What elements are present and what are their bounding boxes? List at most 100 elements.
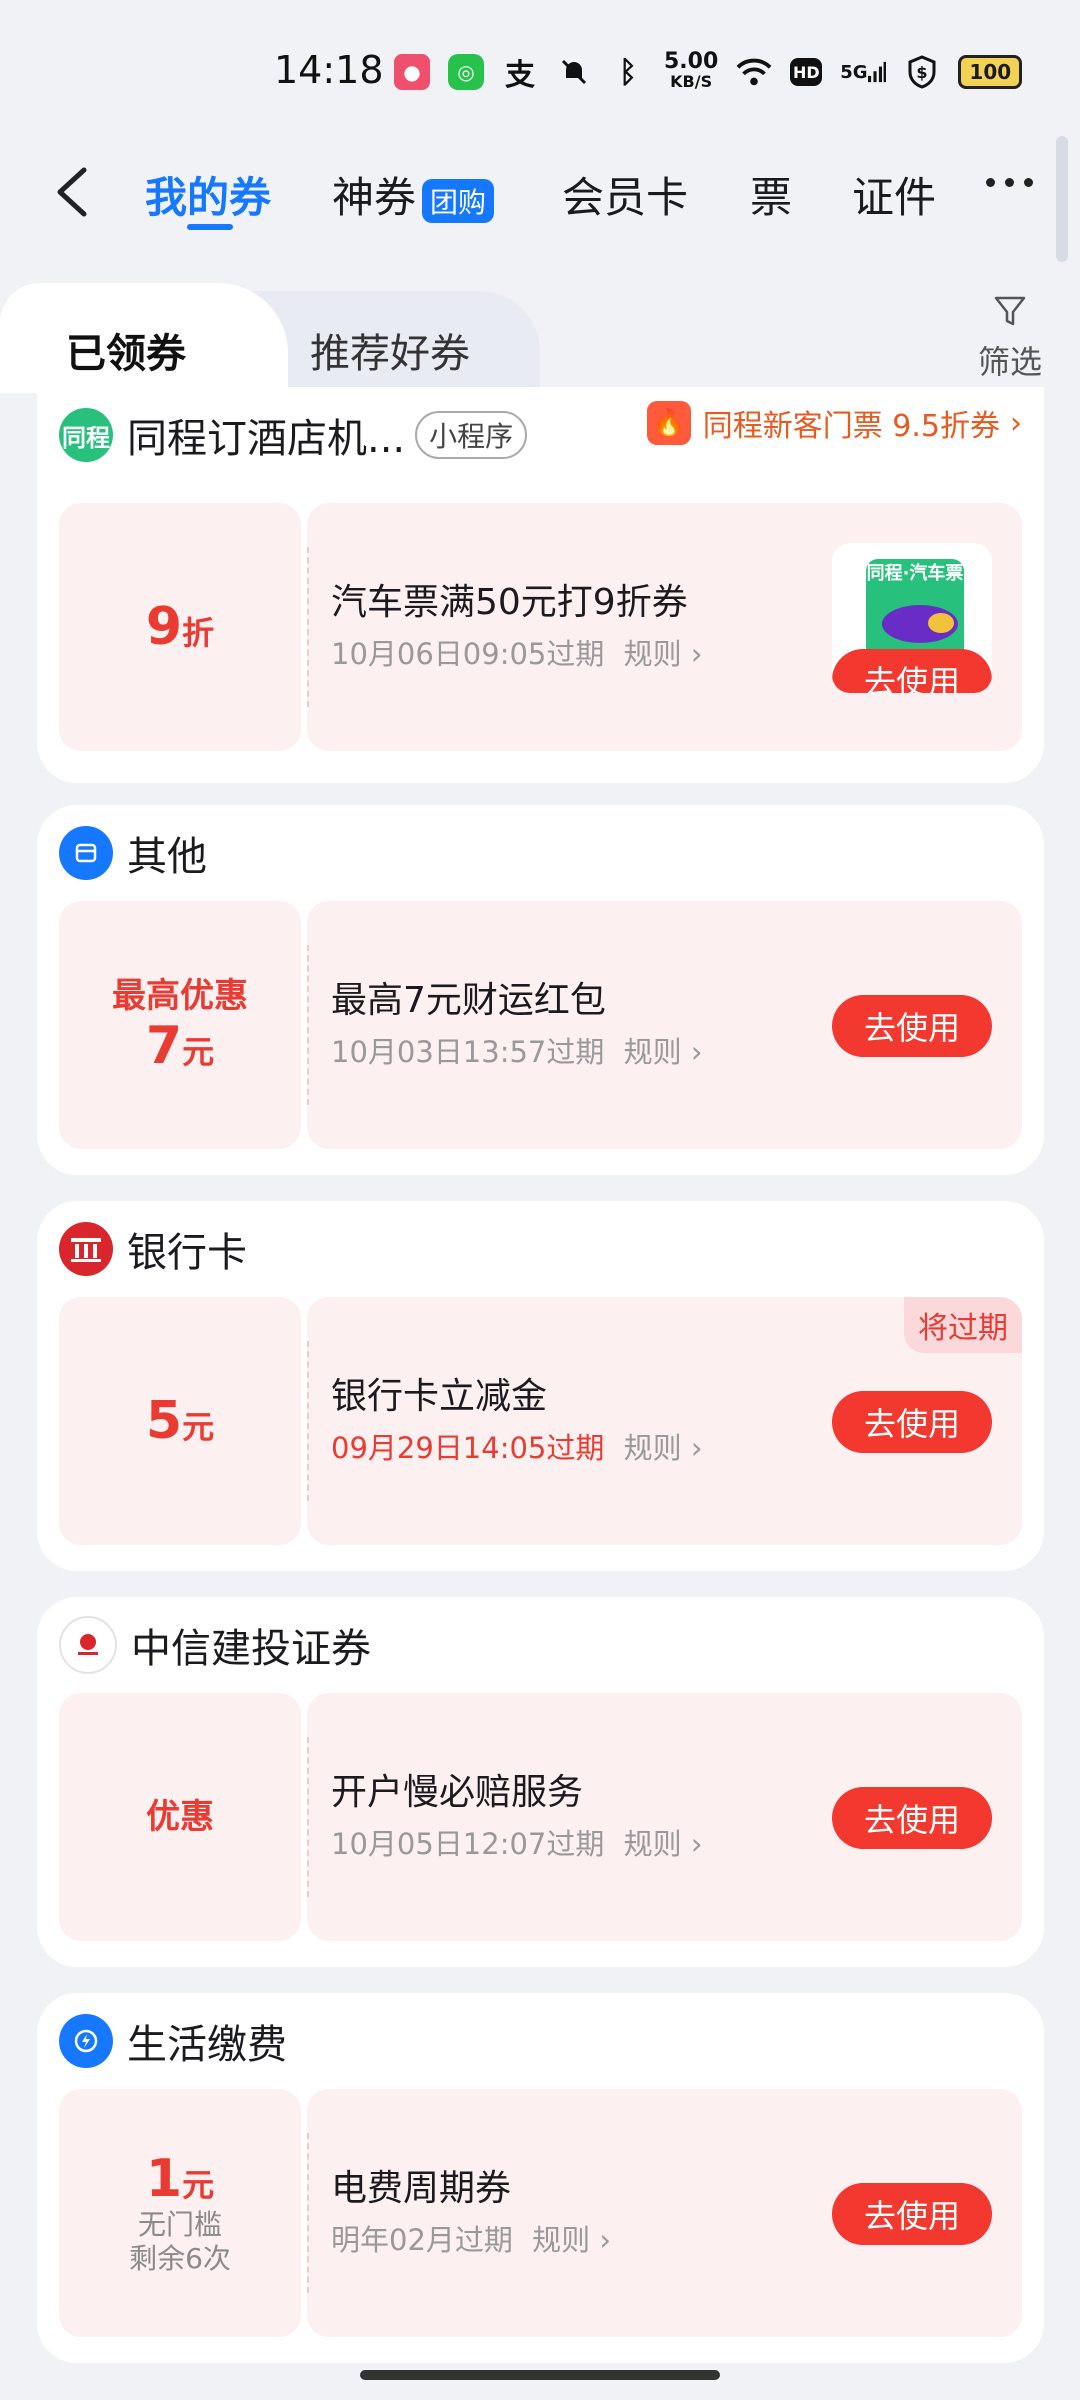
chevron-right-icon: › bbox=[1010, 405, 1022, 441]
tab-certificates[interactable]: 证件 bbox=[852, 164, 936, 225]
store-name[interactable]: 银行卡 bbox=[127, 1220, 247, 1278]
network-speed: 5.00 KB/S bbox=[664, 51, 718, 92]
rule-label: 规则 bbox=[623, 1431, 682, 1465]
tongcheng-logo-icon: 同程 bbox=[59, 408, 113, 462]
coupon-amount: 1元 无门槛 剩余6次 bbox=[59, 2089, 301, 2337]
coupon-expire-text: 明年02月过期 bbox=[331, 2223, 513, 2257]
mini-program-badge[interactable]: 小程序 bbox=[415, 411, 528, 459]
coupon-expire-text: 09月29日14:05过期 bbox=[331, 1431, 605, 1465]
coupon-detail: 开户慢必赔服务 10月05日12:07过期 规则 › 去使用 bbox=[307, 1693, 1022, 1941]
status-time: 14:18 bbox=[274, 48, 384, 92]
coupon-item: 9折 汽车票满50元打9折券 10月06日09:05过期 规则 › 同程·汽车票… bbox=[59, 503, 1022, 751]
top-navigation: 我的券 神券 团购 会员卡 票 证件 bbox=[0, 150, 1080, 240]
lightning-icon bbox=[59, 2014, 113, 2068]
card-header: 同程 同程订酒店机... 小程序 bbox=[59, 405, 528, 465]
active-tab-indicator bbox=[187, 224, 233, 230]
rule-link[interactable]: 规则 › bbox=[624, 1827, 703, 1861]
use-button[interactable]: 去使用 bbox=[832, 1787, 992, 1849]
store-name[interactable]: 其他 bbox=[127, 824, 207, 882]
status-bar: 14:18 ● ◎ 支 ᛒ 5.00 KB/S HD 5G $ 100 bbox=[0, 0, 1080, 140]
tab-super-coupons-label: 神券 bbox=[332, 173, 417, 222]
subtab-bar: 已领券 推荐好券 筛选 bbox=[0, 283, 1080, 393]
coupon-amount: 5元 bbox=[59, 1297, 301, 1545]
coupon-title: 汽车票满50元打9折券 bbox=[331, 582, 688, 623]
expiring-soon-tag: 将过期 bbox=[904, 1297, 1022, 1353]
scroll-indicator bbox=[1056, 136, 1068, 262]
use-button[interactable]: 去使用 bbox=[832, 995, 992, 1057]
coupon-item: 最高优惠 7元 最高7元财运红包 10月03日13:57过期 规则 › 去使用 bbox=[59, 901, 1022, 1149]
promo-link[interactable]: 🔥 同程新客门票 9.5折券 › bbox=[646, 401, 1022, 445]
coupon-condition: 无门槛 bbox=[137, 2208, 222, 2241]
coupon-expire: 09月29日14:05过期 规则 › bbox=[331, 1425, 702, 1467]
coupon-expire: 明年02月过期 规则 › bbox=[331, 2217, 611, 2259]
tab-tickets[interactable]: 票 bbox=[750, 164, 792, 225]
coupon-expire: 10月03日13:57过期 规则 › bbox=[331, 1029, 702, 1071]
coupon-amount-value: 5 bbox=[145, 1391, 183, 1451]
coupon-amount-unit: 折 bbox=[182, 614, 215, 652]
coupon-title: 电费周期券 bbox=[331, 2168, 512, 2209]
filter-label: 筛选 bbox=[978, 343, 1043, 381]
rule-link[interactable]: 规则 › bbox=[624, 1035, 703, 1069]
use-button[interactable]: 去使用 bbox=[832, 649, 992, 693]
coupon-detail: 电费周期券 明年02月过期 规则 › 去使用 bbox=[307, 2089, 1022, 2337]
home-indicator[interactable] bbox=[360, 2370, 720, 2380]
coupon-expire: 10月05日12:07过期 规则 › bbox=[331, 1821, 702, 1863]
coupon-card-other: 其他 最高优惠 7元 最高7元财运红包 10月03日13:57过期 规则 › 去… bbox=[37, 805, 1044, 1175]
tab-super-coupons[interactable]: 神券 团购 bbox=[332, 164, 495, 225]
status-icons: ● ◎ 支 ᛒ 5.00 KB/S HD 5G $ 100 bbox=[394, 48, 1023, 96]
tab-my-coupons[interactable]: 我的券 bbox=[145, 164, 271, 225]
coupon-item: 1元 无门槛 剩余6次 电费周期券 明年02月过期 规则 › 去使用 bbox=[59, 2089, 1022, 2337]
coupon-detail: 将过期 银行卡立减金 09月29日14:05过期 规则 › 去使用 bbox=[307, 1297, 1022, 1545]
card-header: 中信建投证券 bbox=[59, 1615, 371, 1675]
coupon-amount-value: 7 bbox=[145, 1016, 183, 1076]
coupon-title: 开户慢必赔服务 bbox=[331, 1772, 584, 1813]
rule-link[interactable]: 规则 › bbox=[532, 2223, 611, 2257]
rule-label: 规则 bbox=[623, 1827, 682, 1861]
screen-record-icon: ● bbox=[394, 54, 430, 90]
shield-dollar-icon: $ bbox=[904, 54, 940, 90]
card-header: 银行卡 bbox=[59, 1219, 247, 1279]
citic-logo-icon bbox=[59, 1616, 117, 1674]
coupon-title: 银行卡立减金 bbox=[331, 1376, 548, 1417]
rule-link[interactable]: 规则 › bbox=[624, 637, 703, 671]
coupon-detail: 汽车票满50元打9折券 10月06日09:05过期 规则 › 同程·汽车票 去使… bbox=[307, 503, 1022, 751]
use-button[interactable]: 去使用 bbox=[832, 1391, 992, 1453]
rule-label: 规则 bbox=[532, 2223, 591, 2257]
store-name[interactable]: 同程订酒店机... bbox=[127, 406, 405, 464]
use-button[interactable]: 去使用 bbox=[832, 2183, 992, 2245]
coupon-amount-label: 最高优惠 bbox=[112, 976, 248, 1016]
fire-icon: 🔥 bbox=[646, 401, 691, 445]
coupon-amount: 9折 bbox=[59, 503, 301, 751]
box-icon bbox=[59, 826, 113, 880]
coupon-card-tongcheng: 同程 同程订酒店机... 小程序 🔥 同程新客门票 9.5折券 › 9折 汽车票… bbox=[37, 387, 1044, 783]
mute-bell-icon bbox=[556, 54, 592, 90]
coupon-amount: 最高优惠 7元 bbox=[59, 901, 301, 1149]
tab-membership-card[interactable]: 会员卡 bbox=[562, 164, 688, 225]
store-name[interactable]: 生活缴费 bbox=[127, 2012, 287, 2070]
rule-link[interactable]: 规则 › bbox=[624, 1431, 703, 1465]
rule-label: 规则 bbox=[623, 637, 682, 671]
bank-icon bbox=[59, 1222, 113, 1276]
filter-button[interactable]: 筛选 bbox=[978, 293, 1042, 383]
coupon-amount-value: 9 bbox=[145, 597, 183, 657]
store-name[interactable]: 中信建投证券 bbox=[131, 1616, 371, 1674]
filter-icon bbox=[994, 296, 1026, 326]
coupon-card-utilities: 生活缴费 1元 无门槛 剩余6次 电费周期券 明年02月过期 规则 › 去使用 bbox=[37, 1993, 1044, 2363]
back-button[interactable] bbox=[44, 162, 104, 222]
bluetooth-icon: ᛒ bbox=[619, 54, 637, 90]
coupon-amount-unit: 元 bbox=[182, 2166, 215, 2204]
network-speed-unit: KB/S bbox=[670, 72, 713, 91]
thumbnail-text: 同程·汽车票 bbox=[866, 563, 964, 584]
more-icon[interactable] bbox=[986, 178, 1033, 187]
coupon-expire: 10月06日09:05过期 规则 › bbox=[331, 631, 702, 673]
coupon-expire-text: 10月06日09:05过期 bbox=[331, 637, 605, 671]
coupon-amount-unit: 元 bbox=[182, 1408, 215, 1446]
coupon-item: 优惠 开户慢必赔服务 10月05日12:07过期 规则 › 去使用 bbox=[59, 1693, 1022, 1941]
subtab-recommended-label: 推荐好券 bbox=[310, 331, 470, 377]
coupon-amount-unit: 元 bbox=[182, 1033, 215, 1071]
coupon-remaining: 剩余6次 bbox=[129, 2242, 231, 2275]
back-icon bbox=[57, 167, 87, 217]
coupon-detail: 最高7元财运红包 10月03日13:57过期 规则 › 去使用 bbox=[307, 901, 1022, 1149]
alipay-icon: 支 bbox=[505, 58, 535, 93]
wifi-icon bbox=[736, 54, 772, 90]
